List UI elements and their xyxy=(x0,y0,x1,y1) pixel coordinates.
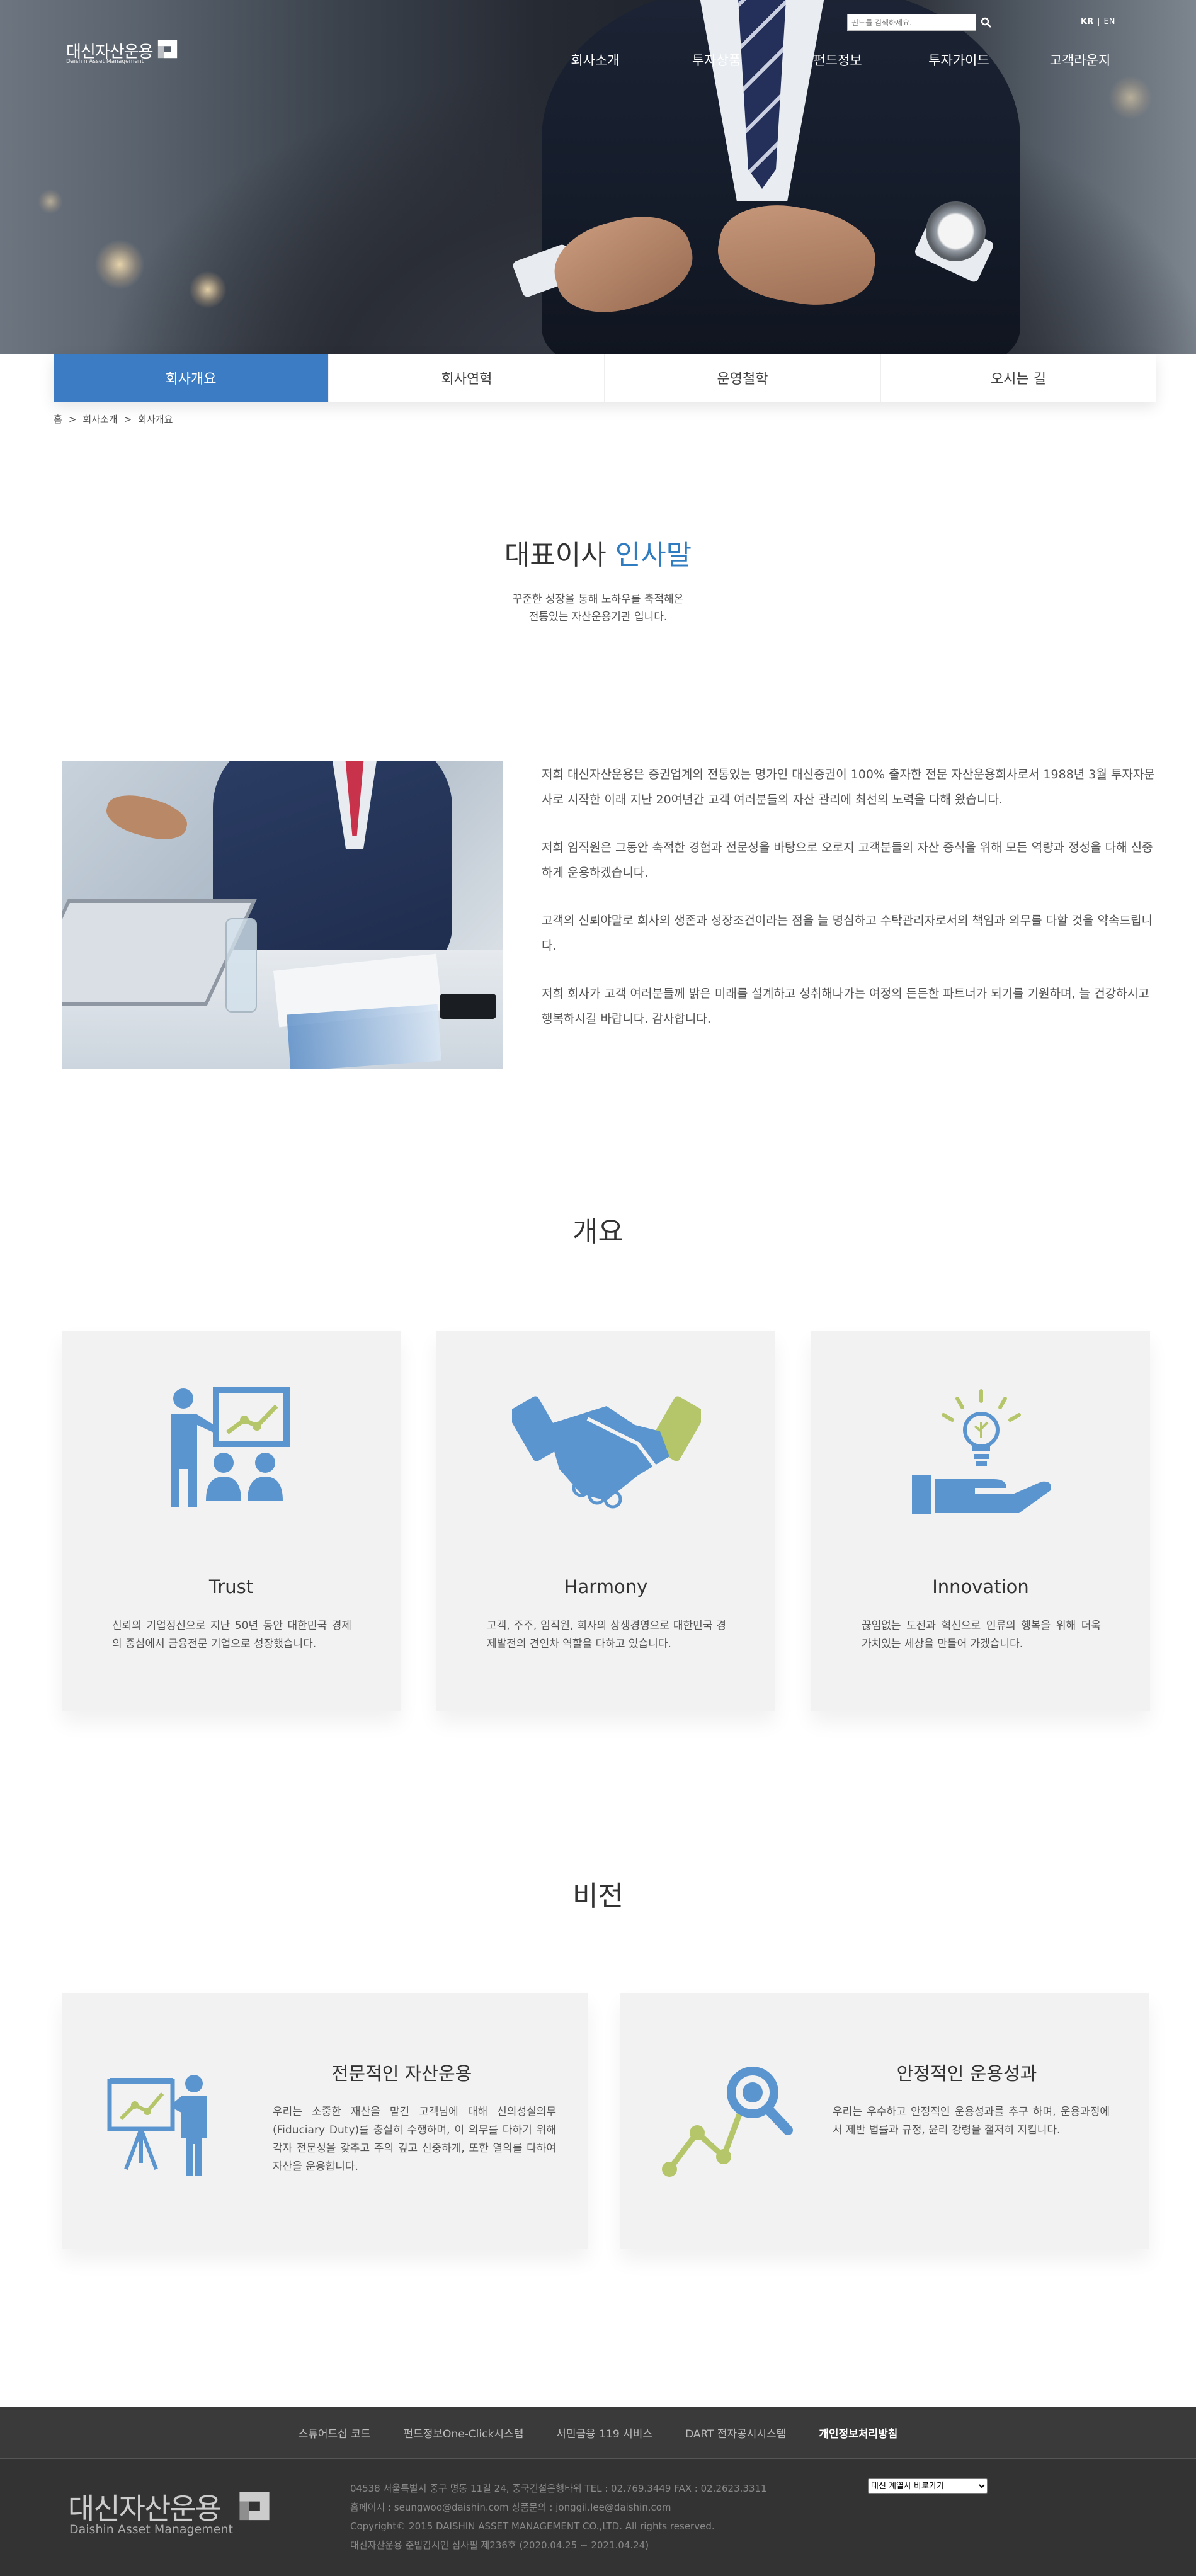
breadcrumb: 홈 > 회사소개 > 회사개요 xyxy=(54,412,179,426)
greeting-subtitle-line: 꾸준한 성장을 통해 노하우를 축적해온 xyxy=(512,593,684,606)
presentation-icon xyxy=(171,1387,290,1507)
nav-products[interactable]: 투자상품 xyxy=(663,50,770,69)
overview-card-innovation: Innovation 끊임없는 도전과 혁신으로 인류의 행복을 위해 더욱 가… xyxy=(811,1331,1150,1711)
search-icon xyxy=(981,17,991,28)
nav-guide[interactable]: 투자가이드 xyxy=(906,50,1013,69)
footer-logo-subtext: Daishin Asset Management xyxy=(69,2522,233,2536)
lang-en-link[interactable]: EN xyxy=(1103,17,1115,26)
logo-mark-icon xyxy=(157,40,178,59)
language-switch: KR | EN xyxy=(1081,17,1115,26)
overview-card-trust: Trust 신뢰의 기업정신으로 지난 50년 동안 대한민국 경제의 중심에서… xyxy=(62,1331,401,1711)
lightbulb-hand-icon xyxy=(912,1389,1051,1514)
footer-link-fund-oneclick[interactable]: 펀드정보One-Click시스템 xyxy=(404,2425,524,2441)
chart-presenter-icon xyxy=(107,2075,207,2176)
footer-link-finance-119[interactable]: 서민금융 119 서비스 xyxy=(556,2425,652,2441)
greeting-paragraph: 저희 회사가 고객 여러분들께 밝은 미래를 설계하고 성취해나가는 여정의 든… xyxy=(542,987,1149,1026)
site-logo[interactable]: 대신자산운용 Daishin Asset Management xyxy=(66,37,183,68)
footer-logo-mark-icon xyxy=(239,2492,270,2521)
footer-logo: 대신자산운용 Daishin Asset Management xyxy=(68,2486,282,2543)
greeting-subtitle: 꾸준한 성장을 통해 노하우를 축적해온 전통있는 자산운용기관 입니다. xyxy=(0,591,1196,626)
card-description: 신뢰의 기업정신으로 지난 50년 동안 대한민국 경제의 중심에서 금융전문 … xyxy=(112,1620,351,1650)
footer-link-stewardship[interactable]: 스튜어드십 코드 xyxy=(299,2425,371,2441)
page: 대신자산운용 Daishin Asset Management KR |EN 회사… xyxy=(0,0,1196,2576)
vision-card-expertise: 전문적인 자산운용 우리는 소중한 재산을 맡긴 고객님에 대해 신의성실의무(… xyxy=(62,1993,588,2249)
card-title: Harmony xyxy=(564,1576,648,1597)
greeting-paragraph: 저희 대신자산운용은 증권업계의 전통있는 명가인 대신증권이 100% 출자한… xyxy=(542,768,1155,807)
greeting-paragraph: 저희 임직원은 그동안 축적한 경험과 전문성을 바탕으로 오로지 고객분들의 … xyxy=(542,841,1153,880)
hero-banner: 대신자산운용 Daishin Asset Management KR |EN 회사… xyxy=(0,0,1196,354)
footer-links: 스튜어드십 코드 펀드정보One-Click시스템 서민금융 119 서비스 D… xyxy=(0,2407,1196,2459)
tab-directions[interactable]: 오시는 길 xyxy=(881,354,1156,402)
card-title: Innovation xyxy=(932,1576,1029,1597)
card-description: 끊임없는 도전과 혁신으로 인류의 행복을 위해 더욱 가치있는 세상을 만들어… xyxy=(862,1620,1101,1650)
vision-card-description: 우리는 소중한 재산을 맡긴 고객님에 대해 신의성실의무(Fiduciary … xyxy=(273,2106,556,2173)
footer-info-line: Copyright© 2015 DAISHIN ASSET MANAGEMENT… xyxy=(350,2521,715,2532)
nav-company[interactable]: 회사소개 xyxy=(542,50,649,69)
greeting-title-highlight: 인사말 xyxy=(615,539,692,571)
breadcrumb-sep: > xyxy=(123,414,132,425)
vision-title: 비전 xyxy=(572,1880,624,1912)
handshake-icon xyxy=(512,1396,701,1509)
greeting-paragraph: 고객의 신뢰야말로 회사의 생존과 성장조건이라는 점을 늘 명심하고 수탁관리… xyxy=(542,914,1153,953)
vision-card-title: 전문적인 자산운용 xyxy=(331,2063,472,2084)
greeting-subtitle-line: 전통있는 자산운용기관 입니다. xyxy=(528,611,668,623)
sub-tabs: 회사개요 회사연혁 운영철학 오시는 길 xyxy=(54,354,1156,402)
footer-info-line: 대신자산운용 준법감시인 심사필 제236호 (2020.04.25 ~ 202… xyxy=(350,2539,649,2551)
breadcrumb-company[interactable]: 회사소개 xyxy=(83,414,117,425)
ceo-photo xyxy=(62,761,503,1069)
nav-lounge[interactable]: 고객라운지 xyxy=(1027,50,1134,69)
card-title: Trust xyxy=(208,1576,254,1597)
lang-kr-link[interactable]: KR xyxy=(1081,17,1093,26)
fund-search-input[interactable] xyxy=(847,14,976,31)
tab-philosophy[interactable]: 운영철학 xyxy=(605,354,881,402)
main-navigation: 회사소개 투자상품 펀드정보 투자가이드 고객라운지 xyxy=(542,50,1134,69)
nav-fund-info[interactable]: 펀드정보 xyxy=(784,50,891,69)
lang-separator: | xyxy=(1097,17,1100,26)
greeting-title: 대표이사 인사말 xyxy=(0,532,1196,572)
footer-logo-text: 대신자산운용 xyxy=(68,2492,222,2526)
greeting-body: 저희 대신자산운용은 증권업계의 전통있는 명가인 대신증권이 100% 출자한… xyxy=(542,762,1156,1054)
vision-card-performance: 안정적인 운용성과 우리는 우수하고 안정적인 운용성과를 추구 하며, 운용과… xyxy=(620,1993,1149,2249)
footer-info-line: 04538 서울특별시 중구 명동 11길 24, 중국건설은행타워 TEL :… xyxy=(350,2483,767,2494)
footer-info-line: 홈페이지 : seungwoo@daishin.com 상품문의 : jongg… xyxy=(350,2502,671,2513)
breadcrumb-current: 회사개요 xyxy=(138,414,173,425)
affiliate-select[interactable]: 대신 계열사 바로가기 xyxy=(868,2478,988,2494)
analytics-magnifier-icon xyxy=(662,2067,793,2177)
vision-card-title: 안정적인 운용성과 xyxy=(896,2063,1037,2084)
search-button[interactable] xyxy=(978,14,994,31)
tab-overview[interactable]: 회사개요 xyxy=(54,354,329,402)
card-description: 고객, 주주, 임직원, 회사의 상생경영으로 대한민국 경제발전의 견인차 역… xyxy=(487,1620,726,1650)
breadcrumb-home[interactable]: 홈 xyxy=(54,414,62,425)
footer-link-privacy[interactable]: 개인정보처리방침 xyxy=(819,2425,897,2441)
vision-card-description: 우리는 우수하고 안정적인 운용성과를 추구 하며, 운용과정에서 제반 법률과… xyxy=(833,2106,1110,2136)
logo-subtext: Daishin Asset Management xyxy=(66,59,144,65)
overview-card-harmony: Harmony 고객, 주주, 임직원, 회사의 상생경영으로 대한민국 경제발… xyxy=(436,1331,775,1711)
breadcrumb-sep: > xyxy=(68,414,77,425)
footer-company-info: 04538 서울특별시 중구 명동 11길 24, 중국건설은행타워 TEL :… xyxy=(350,2479,767,2555)
footer-link-dart[interactable]: DART 전자공시시스템 xyxy=(685,2425,786,2441)
greeting-title-main: 대표이사 xyxy=(504,539,615,571)
overview-title: 개요 xyxy=(572,1216,624,1248)
tab-history[interactable]: 회사연혁 xyxy=(329,354,605,402)
